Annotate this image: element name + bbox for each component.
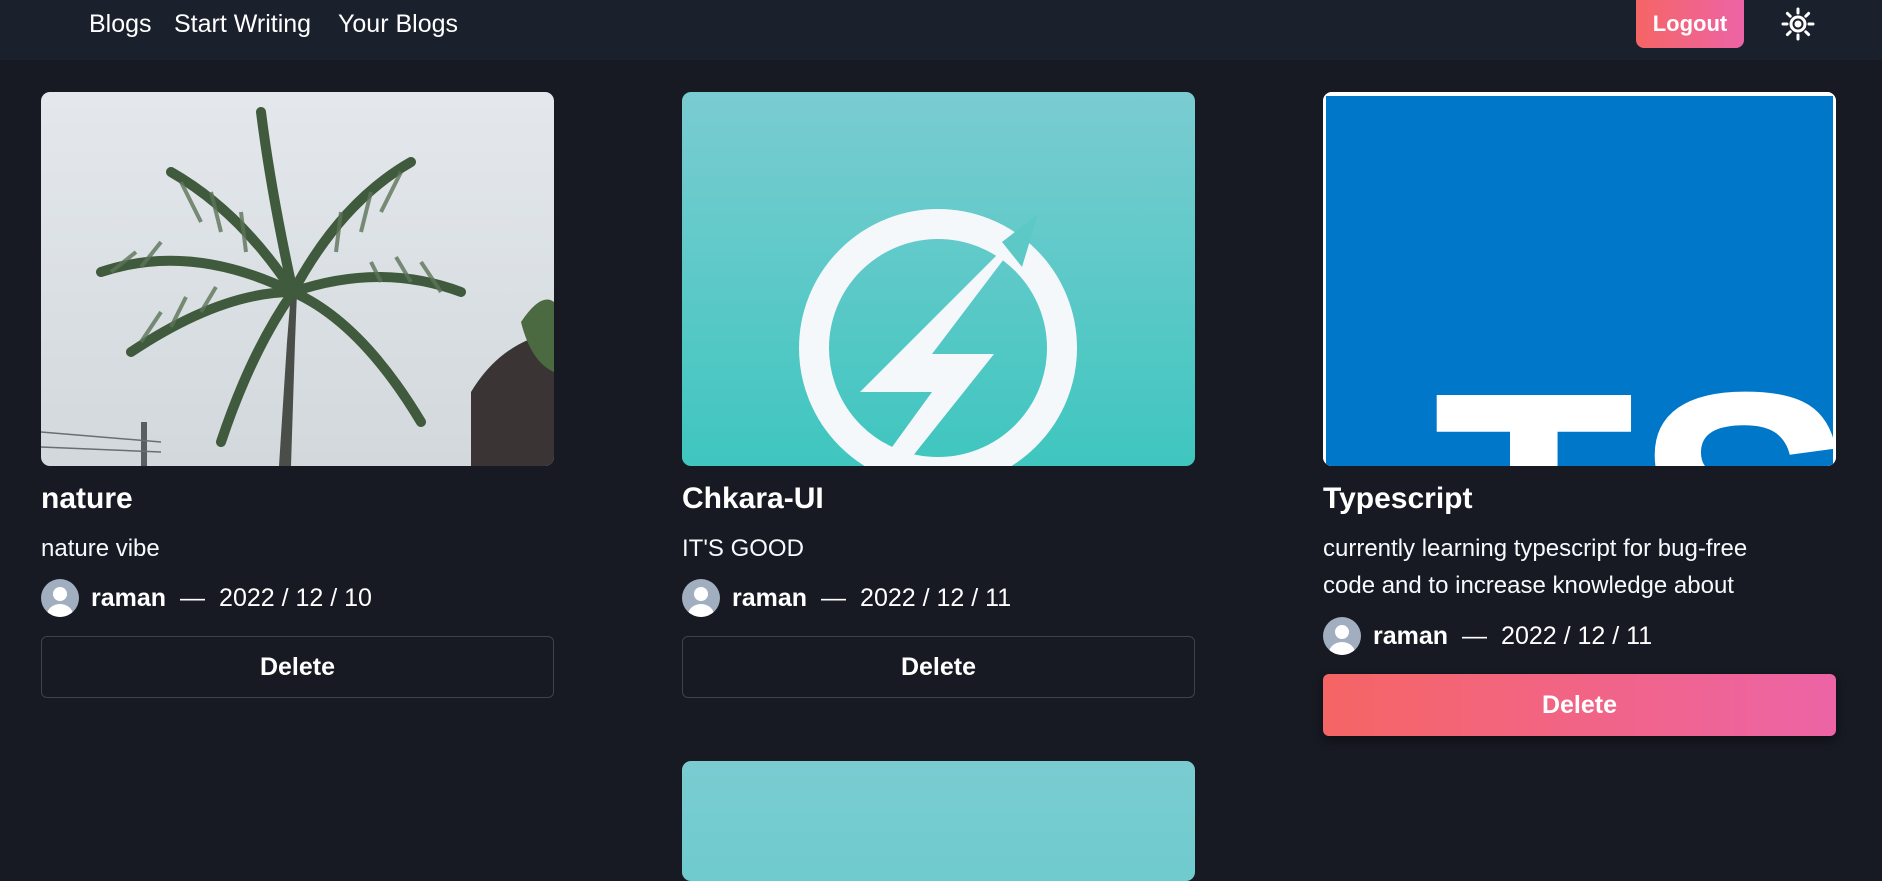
lightning-logo	[682, 92, 1195, 466]
author-name: raman	[91, 583, 167, 612]
meta-separator: —	[821, 583, 847, 612]
nav-link-start-writing[interactable]: Start Writing	[174, 0, 311, 48]
delete-button[interactable]: Delete	[1323, 674, 1836, 736]
author-name: raman	[732, 583, 808, 612]
typescript-logo: TS	[1323, 92, 1836, 466]
card-image-palm-tree[interactable]	[41, 92, 554, 466]
logout-button[interactable]: Logout	[1636, 0, 1744, 48]
card-meta: raman — 2022 / 12 / 11	[1323, 616, 1652, 656]
meta-separator: —	[1462, 621, 1488, 650]
ts-logo-text: TS	[1433, 323, 1836, 466]
theme-toggle-button[interactable]	[1780, 6, 1816, 42]
card-meta: raman — 2022 / 12 / 11	[682, 578, 1011, 618]
avatar	[682, 579, 720, 617]
palm-tree-photo	[41, 92, 554, 466]
delete-button[interactable]: Delete	[682, 636, 1195, 698]
card-image-typescript[interactable]: TS	[1323, 92, 1836, 466]
delete-button[interactable]: Delete	[41, 636, 554, 698]
card-meta: raman — 2022 / 12 / 10	[41, 578, 372, 618]
meta-separator: —	[180, 583, 206, 612]
card-description: nature vibe	[41, 535, 160, 562]
card-title[interactable]: nature	[41, 482, 133, 516]
lightning-logo	[682, 761, 1195, 881]
blog-card-nature: nature nature vibe raman — 2022 / 12 / 1…	[41, 92, 554, 698]
post-date: 2022 / 12 / 11	[1501, 621, 1653, 650]
post-date: 2022 / 12 / 11	[860, 583, 1012, 612]
post-date: 2022 / 12 / 10	[219, 583, 372, 612]
avatar	[1323, 617, 1361, 655]
card-image-lightning[interactable]	[682, 761, 1195, 881]
card-description: currently learning typescript for bug-fr…	[1323, 535, 1748, 599]
nav-link-blogs[interactable]: Blogs	[89, 0, 152, 48]
nav-link-your-blogs[interactable]: Your Blogs	[338, 0, 458, 48]
sun-icon	[1781, 7, 1815, 41]
blog-card-typescript: TS Typescript currently learning typescr…	[1323, 92, 1836, 736]
top-navbar: Blogs Start Writing Your Blogs Logout	[0, 0, 1882, 60]
card-image-lightning[interactable]	[682, 92, 1195, 466]
card-title[interactable]: Chkara-UI	[682, 482, 824, 516]
avatar	[41, 579, 79, 617]
card-title[interactable]: Typescript	[1323, 482, 1473, 516]
blog-card-partial	[682, 761, 1195, 881]
blog-card-chkara-ui: Chkara-UI IT'S GOOD raman — 2022 / 12 / …	[682, 92, 1195, 698]
card-description: IT'S GOOD	[682, 535, 804, 562]
author-name: raman	[1373, 621, 1449, 650]
